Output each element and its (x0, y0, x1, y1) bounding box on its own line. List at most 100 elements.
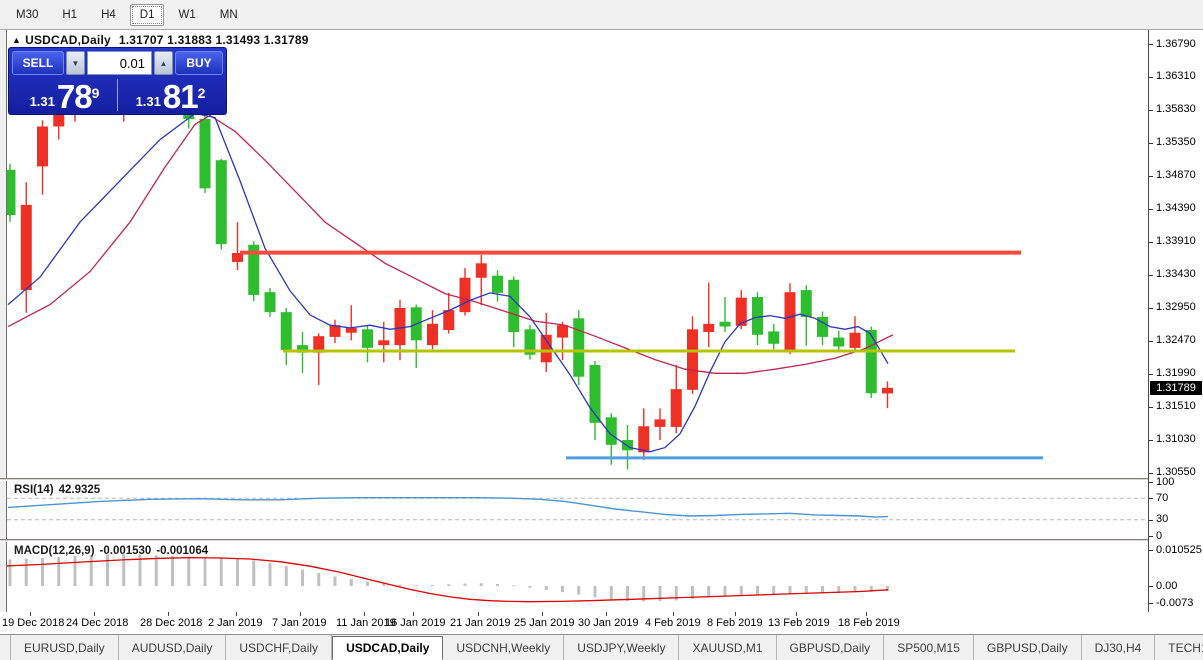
symbol-tab-usdjpy-weekly[interactable]: USDJPY,Weekly (564, 635, 679, 660)
price-axis-label: 1.33430 (1156, 268, 1196, 280)
macd-axis-label: -0.0073 (1156, 597, 1193, 609)
date-tick (236, 612, 237, 616)
sell-button[interactable]: SELL (12, 51, 64, 75)
date-tick (364, 612, 365, 616)
window-left-edge (0, 30, 7, 612)
timeframe-button-d1[interactable]: D1 (130, 4, 165, 26)
price-axis-label: 1.33910 (1156, 235, 1196, 247)
date-tick (168, 612, 169, 616)
lot-size-input[interactable] (87, 51, 152, 75)
sell-price-pipette: 9 (92, 88, 100, 98)
axis-tick (1149, 275, 1153, 276)
symbol-tab-gbpusd-daily[interactable]: GBPUSD,Daily (777, 635, 885, 660)
buy-button[interactable]: BUY (175, 51, 223, 75)
chart-title: ▲ USDCAD,Daily 1.31707 1.31883 1.31493 1.3… (12, 33, 309, 47)
date-axis-label: 28 Dec 2018 (140, 617, 202, 629)
axis-tick (1149, 341, 1153, 342)
macd-name: MACD(12,26,9) (14, 545, 95, 557)
rsi-indicator-label: RSI(14)42.9325 (14, 484, 105, 496)
price-axis-label: 1.36310 (1156, 70, 1196, 82)
lot-increase-button[interactable]: ▲ (154, 51, 173, 75)
price-axis-label: 1.32950 (1156, 301, 1196, 313)
rsi-chart[interactable] (0, 481, 1148, 539)
axis-tick (1149, 308, 1153, 309)
macd-axis-label: 0.00 (1156, 580, 1177, 592)
current-price-badge: 1.31789 (1150, 381, 1202, 395)
timeframe-button-h4[interactable]: H4 (91, 4, 126, 26)
buy-price-display[interactable]: 1.31 81 2 (118, 77, 223, 113)
pane-separator[interactable] (0, 539, 1203, 542)
symbol-tab-eurusd-daily[interactable]: EURUSD,Daily (10, 635, 119, 660)
symbol-tab-usdchf-daily[interactable]: USDCHF,Daily (226, 635, 332, 660)
date-axis: 19 Dec 201824 Dec 201828 Dec 20182 Jan 2… (0, 612, 1203, 635)
sell-price-display[interactable]: 1.31 78 9 (12, 77, 117, 113)
rsi-value: 42.9325 (59, 484, 101, 496)
price-axis-label: 1.34390 (1156, 202, 1196, 214)
timeframe-toolbar: M30H1H4D1W1MN (0, 0, 1203, 30)
axis-tick (1149, 242, 1153, 243)
chart-symbol: USDCAD,Daily (25, 33, 111, 47)
date-tick (866, 612, 867, 616)
price-axis-label: 1.36790 (1156, 38, 1196, 50)
date-axis-label: 19 Dec 2018 (2, 617, 64, 629)
symbol-tab-bar: EURUSD,DailyAUDUSD,DailyUSDCHF,DailyUSDC… (0, 635, 1203, 660)
timeframe-button-h1[interactable]: H1 (52, 4, 87, 26)
axis-tick (1149, 482, 1153, 483)
symbol-tab-audusd-daily[interactable]: AUDUSD,Daily (119, 635, 227, 660)
axis-tick (1149, 143, 1153, 144)
axis-tick (1149, 407, 1153, 408)
date-tick (673, 612, 674, 616)
price-axis-label: 1.35350 (1156, 136, 1196, 148)
date-axis-label: 18 Feb 2019 (838, 617, 900, 629)
axis-tick (1149, 440, 1153, 441)
buy-price-pipette: 2 (198, 88, 206, 98)
price-axis-label: 1.34870 (1156, 169, 1196, 181)
timeframe-button-w1[interactable]: W1 (168, 4, 205, 26)
buy-price-prefix: 1.31 (136, 92, 161, 112)
axis-tick (1149, 209, 1153, 210)
axis-tick (1149, 176, 1153, 177)
axis-tick (1149, 603, 1153, 604)
macd-signal-value: -0.001064 (156, 545, 208, 557)
lot-decrease-button[interactable]: ▼ (66, 51, 85, 75)
price-axis-label: 1.35830 (1156, 103, 1196, 115)
symbol-tab-xauusd-m1[interactable]: XAUUSD,M1 (679, 635, 776, 660)
symbol-tab-usdcad-daily[interactable]: USDCAD,Daily (332, 636, 443, 660)
date-tick (300, 612, 301, 616)
sell-price-main: 78 (57, 82, 92, 112)
date-axis-label: 4 Feb 2019 (645, 617, 701, 629)
price-axis-label: 1.31510 (1156, 400, 1196, 412)
symbol-marker-icon: ▲ (12, 35, 21, 45)
chart-ohlc-values: 1.31707 1.31883 1.31493 1.31789 (119, 33, 309, 47)
symbol-tab-sp500-m15[interactable]: SP500,M15 (884, 635, 974, 660)
axis-tick (1149, 374, 1153, 375)
date-tick (735, 612, 736, 616)
symbol-tab-dj30-h4[interactable]: DJ30,H4 (1082, 635, 1156, 660)
macd-main-value: -0.001530 (100, 545, 152, 557)
date-axis-label: 13 Feb 2019 (768, 617, 830, 629)
symbol-tab-usdcnh-weekly[interactable]: USDCNH,Weekly (443, 635, 564, 660)
date-axis-label: 25 Jan 2019 (514, 617, 575, 629)
pane-separator[interactable] (0, 478, 1203, 481)
symbol-tab-gbpusd-daily[interactable]: GBPUSD,Daily (974, 635, 1082, 660)
timeframe-button-mn[interactable]: MN (210, 4, 248, 26)
price-axis-label: 1.31990 (1156, 367, 1196, 379)
rsi-axis-label: 70 (1156, 492, 1168, 504)
date-axis-label: 16 Jan 2019 (385, 617, 446, 629)
rsi-axis-label: 30 (1156, 513, 1168, 525)
date-axis-label: 7 Jan 2019 (272, 617, 326, 629)
trading-platform-window: M30H1H4D1W1MN ▲ USDCAD,Daily 1.31707 1.318… (0, 0, 1203, 660)
date-tick (606, 612, 607, 616)
date-axis-label: 8 Feb 2019 (707, 617, 763, 629)
symbol-tab-tech10[interactable]: TECH10 (1155, 635, 1203, 660)
price-axis-label: 1.31030 (1156, 433, 1196, 445)
date-tick (413, 612, 414, 616)
axis-tick (1149, 44, 1153, 45)
date-tick (478, 612, 479, 616)
timeframe-button-m30[interactable]: M30 (6, 4, 48, 26)
chart-window: ▲ USDCAD,Daily 1.31707 1.31883 1.31493 1.3… (0, 30, 1203, 660)
price-axis-label: 1.32470 (1156, 334, 1196, 346)
rsi-axis-label: 0 (1156, 530, 1162, 542)
macd-indicator-label: MACD(12,26,9) -0.001530 -0.001064 (14, 545, 213, 557)
date-axis-label: 21 Jan 2019 (450, 617, 511, 629)
